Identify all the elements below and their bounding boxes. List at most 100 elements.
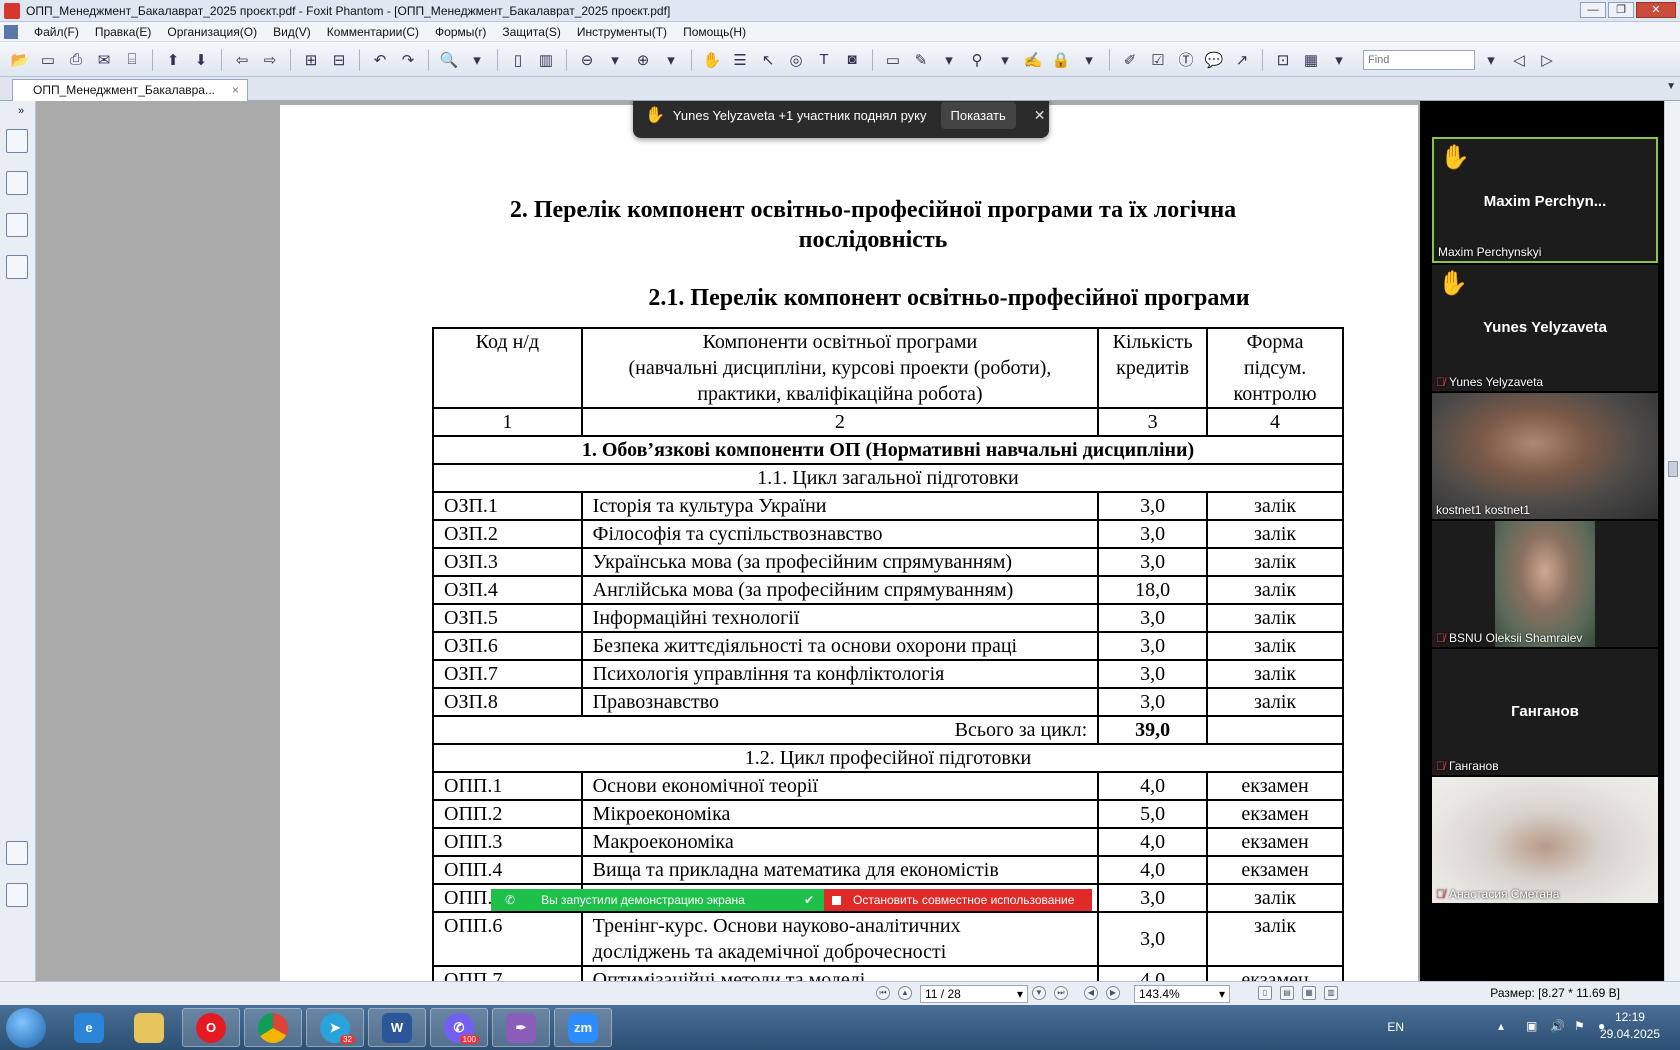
- comments-icon[interactable]: [6, 841, 28, 865]
- menu-comments[interactable]: Комментарии(C): [319, 25, 427, 39]
- select-arrow-icon[interactable]: ↖: [756, 48, 780, 72]
- tab-close-icon[interactable]: ×: [232, 83, 239, 97]
- start-button[interactable]: [6, 1008, 46, 1048]
- maximize-button[interactable]: ❐: [1608, 2, 1634, 18]
- menu-protect[interactable]: Защита(S): [494, 25, 569, 39]
- taskbar-explorer[interactable]: [120, 1008, 178, 1047]
- participant-tile[interactable]: Ганганов 🎙̸ Ганганов: [1432, 649, 1658, 775]
- checkmark-doc-icon[interactable]: ☑: [1146, 48, 1170, 72]
- find-next-icon[interactable]: ▷: [1535, 48, 1559, 72]
- camera-icon[interactable]: ◙: [840, 48, 864, 72]
- menu-file[interactable]: Файл(F): [26, 25, 87, 39]
- volume-icon[interactable]: 🔊: [1550, 1019, 1565, 1033]
- undo-icon[interactable]: ↶: [368, 48, 392, 72]
- taskbar-foxit[interactable]: ✒: [492, 1008, 550, 1047]
- document-viewport[interactable]: 2. Перелік компонент освітньо-професійно…: [36, 101, 1420, 981]
- window-scrollbar[interactable]: [1664, 101, 1680, 981]
- document-scrollbar[interactable]: [1420, 101, 1430, 981]
- find-prev-icon[interactable]: ◁: [1507, 48, 1531, 72]
- zoom-in-icon[interactable]: ⊕: [631, 48, 655, 72]
- comment-icon[interactable]: 💬: [1202, 48, 1226, 72]
- page-number-field[interactable]: 11 / 28 ▾: [920, 985, 1028, 1003]
- taskbar-opera[interactable]: O: [182, 1008, 240, 1047]
- select-text-icon[interactable]: ☰: [728, 48, 752, 72]
- menu-view[interactable]: Вид(V): [265, 25, 319, 39]
- binoculars-icon[interactable]: ◎: [784, 48, 808, 72]
- clock[interactable]: 12:19 29.04.2025: [1600, 1009, 1660, 1043]
- menu-edit[interactable]: Правка(E): [87, 25, 160, 39]
- participant-tile[interactable]: 🎙̸ BSNU Oleksii Shamraiev: [1432, 521, 1658, 647]
- snapshot-icon[interactable]: ⊡: [1271, 48, 1295, 72]
- menu-tools[interactable]: Инструменты(T): [569, 25, 675, 39]
- prev-page-icon[interactable]: ▲: [898, 986, 912, 1000]
- dropdown-arrow-icon[interactable]: ▾: [993, 48, 1017, 72]
- print-icon[interactable]: ⎙: [64, 48, 88, 72]
- note-icon[interactable]: ✐: [1118, 48, 1142, 72]
- continuous-icon[interactable]: ▤: [1280, 986, 1294, 1000]
- network-icon[interactable]: ▣: [1526, 1019, 1540, 1033]
- save-icon[interactable]: ▭: [36, 48, 60, 72]
- participant-tile[interactable]: ✋ Yunes Yelyzaveta 🎙̸ Yunes Yelyzaveta: [1432, 265, 1658, 391]
- bookmarks-icon[interactable]: [6, 129, 28, 153]
- open-folder-icon[interactable]: 📂: [8, 48, 32, 72]
- close-button[interactable]: ✕: [1636, 2, 1676, 18]
- continuous-facing-icon[interactable]: ▥: [1324, 986, 1338, 1000]
- email-icon[interactable]: ✉: [92, 48, 116, 72]
- hand-tool-icon[interactable]: ✋: [700, 48, 724, 72]
- scrollbar-thumb[interactable]: [1668, 461, 1678, 477]
- dropdown-arrow-icon[interactable]: ▾: [465, 48, 489, 72]
- text-tool-icon[interactable]: T: [812, 48, 836, 72]
- participant-tile[interactable]: ✋ Maxim Perchyn... Maxim Perchynskyi: [1432, 137, 1658, 263]
- attachments-icon[interactable]: [6, 883, 28, 907]
- scan-icon[interactable]: ⌸: [120, 48, 144, 72]
- menu-forms[interactable]: Формы(r): [427, 25, 494, 39]
- fit-page-icon[interactable]: ▯: [506, 48, 530, 72]
- expand-panel-icon[interactable]: »: [18, 105, 24, 117]
- first-page-icon[interactable]: ⏮: [876, 986, 890, 1000]
- minimize-button[interactable]: —: [1580, 2, 1606, 18]
- sign-icon[interactable]: ✍: [1021, 48, 1045, 72]
- participant-tile[interactable]: 🎙̸ Анастасия Сметана: [1432, 777, 1658, 903]
- edit-form-icon[interactable]: ✎: [909, 48, 933, 72]
- tab-list-icon[interactable]: ▼: [1666, 81, 1676, 92]
- layers-icon[interactable]: [6, 255, 28, 279]
- grid-icon[interactable]: ▦: [1299, 48, 1323, 72]
- taskbar-zoom[interactable]: zm: [554, 1008, 612, 1047]
- taskbar-telegram[interactable]: ➤ 32: [306, 1008, 364, 1047]
- stamp-icon[interactable]: ⚲: [965, 48, 989, 72]
- forward-icon[interactable]: ⇨: [258, 48, 282, 72]
- signatures-icon[interactable]: [6, 213, 28, 237]
- menu-organize[interactable]: Организация(O): [159, 25, 265, 39]
- arrow-annotation-icon[interactable]: ↗: [1230, 48, 1254, 72]
- pages-icon[interactable]: [6, 171, 28, 195]
- redo-icon[interactable]: ↷: [396, 48, 420, 72]
- stop-share-button[interactable]: Остановить совместное использование: [824, 889, 1092, 911]
- taskbar-word[interactable]: W: [368, 1008, 426, 1047]
- back-icon[interactable]: ⇦: [230, 48, 254, 72]
- facing-icon[interactable]: ▦: [1302, 986, 1316, 1000]
- history-forward-icon[interactable]: ▶: [1106, 986, 1120, 1000]
- lock-icon[interactable]: 🔒: [1049, 48, 1073, 72]
- document-tab[interactable]: ОПП_Менеджмент_Бакалавра... ×: [12, 79, 248, 101]
- insert-page-icon[interactable]: ⊞: [299, 48, 323, 72]
- tray-arrow-icon[interactable]: ▴: [1498, 1019, 1512, 1033]
- notification-close-icon[interactable]: ✕: [1034, 107, 1046, 124]
- fit-width-icon[interactable]: ▥: [534, 48, 558, 72]
- last-page-icon[interactable]: ⏭: [1054, 986, 1068, 1000]
- menu-help[interactable]: Помощь(H): [675, 25, 754, 39]
- next-page-icon[interactable]: ⬇: [189, 48, 213, 72]
- extract-page-icon[interactable]: ⊟: [327, 48, 351, 72]
- dropdown-arrow-icon[interactable]: ▾: [659, 48, 683, 72]
- dropdown-arrow-icon[interactable]: ▾: [1327, 48, 1351, 72]
- history-back-icon[interactable]: ◀: [1084, 986, 1098, 1000]
- language-indicator[interactable]: EN: [1387, 1020, 1404, 1034]
- document-menu-icon[interactable]: [4, 24, 18, 39]
- taskbar-chrome[interactable]: [244, 1008, 302, 1047]
- find-options-icon[interactable]: ▾: [1479, 48, 1503, 72]
- taskbar-viber[interactable]: ✆ 100: [430, 1008, 488, 1047]
- form-field-icon[interactable]: ▭: [881, 48, 905, 72]
- taskbar-ie[interactable]: e: [60, 1008, 118, 1047]
- dropdown-arrow-icon[interactable]: ▾: [1077, 48, 1101, 72]
- participant-tile[interactable]: kostnet1 kostnet1: [1432, 393, 1658, 519]
- zoom-out-icon[interactable]: ⊖: [575, 48, 599, 72]
